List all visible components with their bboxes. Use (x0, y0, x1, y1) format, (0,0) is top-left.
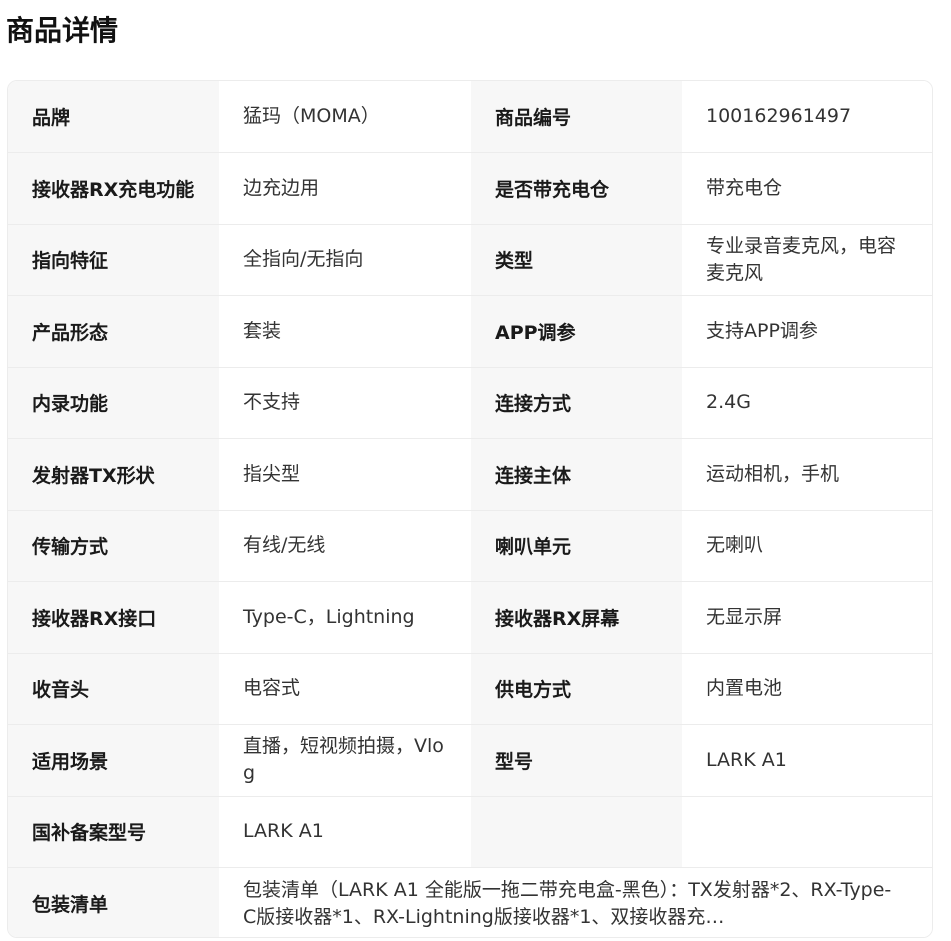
spec-label-rx-screen: 接收器RX屏幕 (471, 581, 682, 654)
spec-label-use-case: 适用场景 (8, 724, 219, 797)
spec-row: 产品形态 套装 APP调参 支持APP调参 (8, 295, 932, 368)
spec-row: 接收器RX接口 Type-C，Lightning 接收器RX屏幕 无显示屏 (8, 581, 932, 654)
spec-label-speaker: 喇叭单元 (471, 510, 682, 582)
spec-row: 国补备案型号 LARK A1 (8, 796, 932, 868)
spec-value-power: 内置电池 (682, 653, 932, 725)
spec-label-product-id: 商品编号 (471, 81, 682, 153)
spec-table-card: 品牌 猛玛（MOMA） 商品编号 100162961497 接收器RX充电功能 … (7, 80, 933, 938)
spec-value-type: 专业录音麦克风，电容麦克风 (682, 224, 932, 296)
spec-value-product-id: 100162961497 (682, 81, 932, 153)
spec-label-package: 包装清单 (8, 867, 219, 937)
spec-value-connection: 2.4G (682, 367, 932, 439)
spec-value-rx-port: Type-C，Lightning (219, 581, 471, 654)
spec-value-polar-pattern: 全指向/无指向 (219, 224, 471, 296)
spec-label-type: 类型 (471, 224, 682, 296)
spec-row: 指向特征 全指向/无指向 类型 专业录音麦克风，电容麦克风 (8, 224, 932, 296)
spec-label-empty (471, 796, 682, 868)
spec-label-app-tuning: APP调参 (471, 295, 682, 368)
spec-value-rx-charging: 边充边用 (219, 152, 471, 225)
spec-label-transmission: 传输方式 (8, 510, 219, 582)
spec-value-use-case: 直播，短视频拍摄，Vlog (219, 724, 471, 797)
spec-value-app-tuning: 支持APP调参 (682, 295, 932, 368)
spec-label-subsidy-model: 国补备案型号 (8, 796, 219, 868)
spec-label-model: 型号 (471, 724, 682, 797)
spec-label-form: 产品形态 (8, 295, 219, 368)
spec-label-tx-shape: 发射器TX形状 (8, 438, 219, 511)
spec-value-package: 包装清单（LARK A1 全能版一拖二带充电盒-黑色）：TX发射器*2、RX-T… (243, 878, 892, 928)
spec-value-rx-screen: 无显示屏 (682, 581, 932, 654)
spec-row: 接收器RX充电功能 边充边用 是否带充电仓 带充电仓 (8, 152, 932, 225)
spec-value-tx-shape: 指尖型 (219, 438, 471, 511)
spec-value-package-cell: 包装清单（LARK A1 全能版一拖二带充电盒-黑色）：TX发射器*2、RX-T… (219, 867, 932, 937)
spec-label-polar-pattern: 指向特征 (8, 224, 219, 296)
spec-value-empty (682, 796, 932, 868)
spec-label-charging-case: 是否带充电仓 (471, 152, 682, 225)
spec-label-connection: 连接方式 (471, 367, 682, 439)
spec-row-package: 包装清单 包装清单（LARK A1 全能版一拖二带充电盒-黑色）：TX发射器*2… (8, 867, 932, 937)
spec-label-brand: 品牌 (8, 81, 219, 153)
spec-label-compatible-devices: 连接主体 (471, 438, 682, 511)
spec-row: 适用场景 直播，短视频拍摄，Vlog 型号 LARK A1 (8, 724, 932, 797)
spec-value-speaker: 无喇叭 (682, 510, 932, 582)
spec-value-transmission: 有线/无线 (219, 510, 471, 582)
spec-label-rx-charging: 接收器RX充电功能 (8, 152, 219, 225)
spec-row: 品牌 猛玛（MOMA） 商品编号 100162961497 (8, 81, 932, 153)
spec-value-model: LARK A1 (682, 724, 932, 797)
spec-row: 传输方式 有线/无线 喇叭单元 无喇叭 (8, 510, 932, 582)
spec-value-internal-recording: 不支持 (219, 367, 471, 439)
spec-label-capsule: 收音头 (8, 653, 219, 725)
spec-value-subsidy-model: LARK A1 (219, 796, 471, 868)
spec-row: 发射器TX形状 指尖型 连接主体 运动相机，手机 (8, 438, 932, 511)
spec-value-capsule: 电容式 (219, 653, 471, 725)
spec-row: 内录功能 不支持 连接方式 2.4G (8, 367, 932, 439)
page-title: 商品详情 (6, 14, 119, 47)
spec-value-charging-case: 带充电仓 (682, 152, 932, 225)
spec-label-internal-recording: 内录功能 (8, 367, 219, 439)
spec-value-brand: 猛玛（MOMA） (219, 81, 471, 153)
spec-label-rx-port: 接收器RX接口 (8, 581, 219, 654)
spec-value-form: 套装 (219, 295, 471, 368)
spec-label-power: 供电方式 (471, 653, 682, 725)
spec-row: 收音头 电容式 供电方式 内置电池 (8, 653, 932, 725)
spec-value-compatible-devices: 运动相机，手机 (682, 438, 932, 511)
spec-table: 品牌 猛玛（MOMA） 商品编号 100162961497 接收器RX充电功能 … (8, 81, 932, 937)
